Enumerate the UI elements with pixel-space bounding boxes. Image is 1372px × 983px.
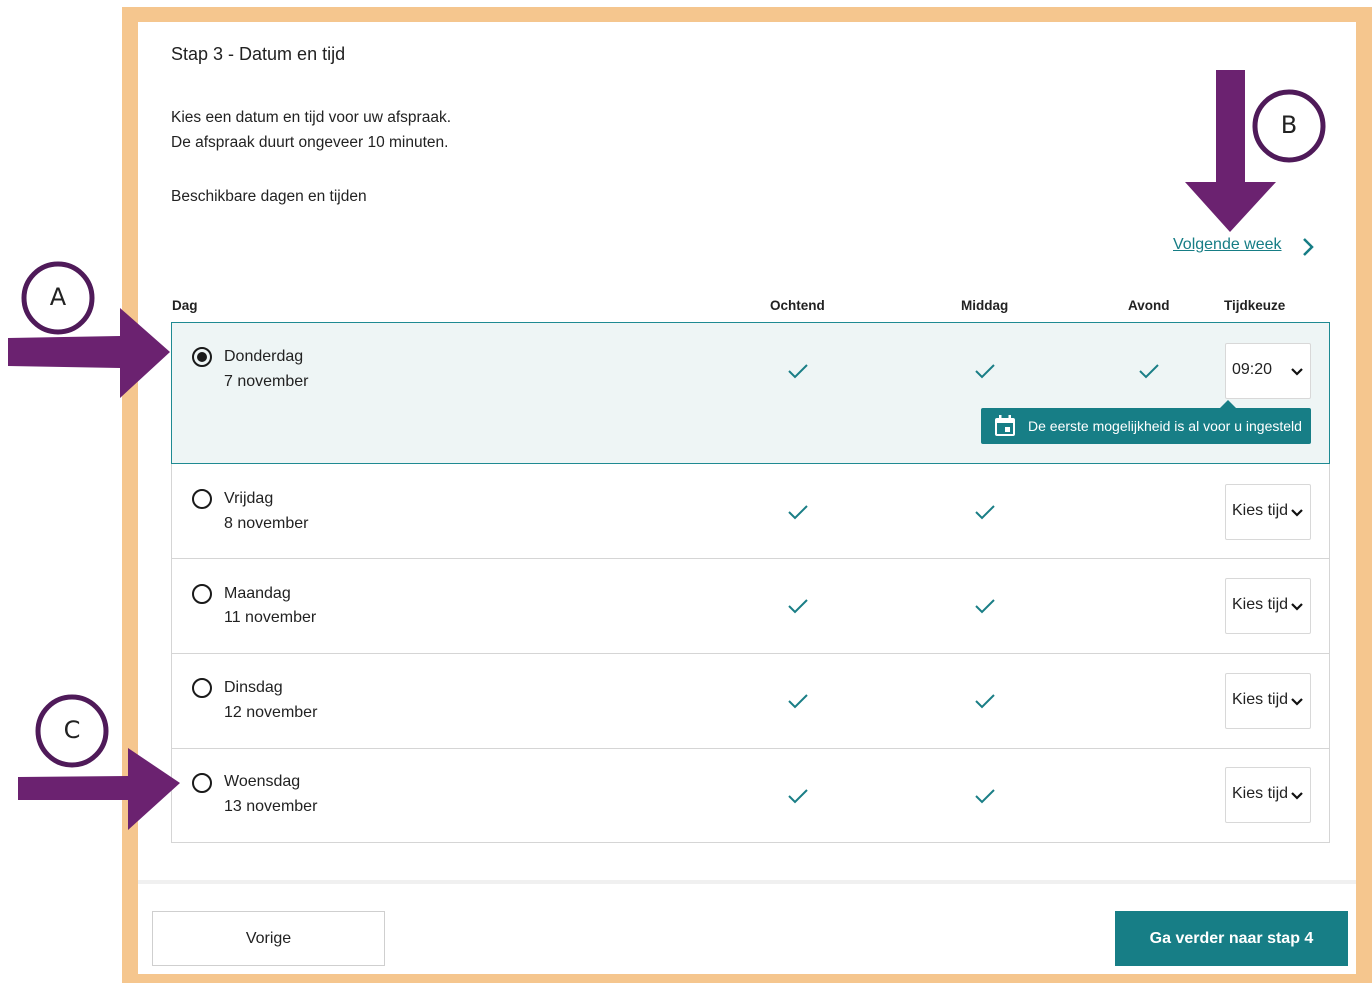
morning-check-icon (788, 694, 808, 709)
day-name: Dinsdag (224, 679, 283, 696)
time-select-value: Kies tijd (1232, 596, 1289, 613)
chevron-down-icon (1291, 509, 1303, 517)
previous-button[interactable]: Vorige (152, 911, 385, 966)
afternoon-check-icon (975, 364, 995, 379)
day-date: 8 november (224, 515, 309, 532)
day-date: 12 november (224, 704, 318, 721)
radio-vrijdag[interactable] (192, 489, 212, 509)
radio-donderdag[interactable] (192, 347, 212, 367)
page-title: Stap 3 - Datum en tijd (171, 44, 346, 64)
afternoon-check-icon (975, 599, 995, 614)
time-select[interactable]: Kies tijd (1225, 673, 1311, 729)
header-morning: Ochtend (770, 298, 825, 313)
day-date: 13 november (224, 798, 318, 815)
day-name: Donderdag (224, 348, 304, 365)
morning-check-icon (788, 599, 808, 614)
time-select-value: 09:20 (1232, 361, 1273, 378)
day-name: Maandag (224, 585, 291, 602)
radio-maandag[interactable] (192, 584, 212, 604)
time-select-value: Kies tijd (1232, 785, 1289, 802)
morning-check-icon (788, 364, 808, 379)
afternoon-check-icon (975, 789, 995, 804)
day-row-maandag[interactable]: Maandag 11 november Kies tijd (171, 558, 1330, 654)
calendar-icon (995, 415, 1015, 436)
time-select[interactable]: 09:20 (1225, 343, 1311, 399)
time-select[interactable]: Kies tijd (1225, 767, 1311, 823)
day-name: Woensdag (224, 773, 301, 790)
day-row-vrijdag[interactable]: Vrijdag 8 november Kies tijd (171, 463, 1330, 559)
intro-line-2: De afspraak duurt ongeveer 10 minuten. (171, 134, 449, 151)
radio-dinsdag[interactable] (192, 678, 212, 698)
intro-text: Kies een datum en tijd voor uw afspraak.… (171, 105, 451, 155)
time-select-value: Kies tijd (1232, 691, 1289, 708)
morning-check-icon (788, 505, 808, 520)
chevron-down-icon (1291, 792, 1303, 800)
annotation-label-b: B (1280, 111, 1298, 139)
chevron-down-icon (1291, 603, 1303, 611)
first-option-tooltip: De eerste mogelijkheid is al voor u inge… (981, 400, 1311, 444)
footer-divider (138, 880, 1356, 884)
annotation-label-a: A (49, 283, 67, 311)
header-day: Dag (172, 298, 198, 313)
chevron-down-icon (1291, 368, 1303, 376)
available-label: Beschikbare dagen en tijden (171, 188, 367, 205)
header-evening: Avond (1128, 298, 1170, 313)
day-row-dinsdag[interactable]: Dinsdag 12 november Kies tijd (171, 653, 1330, 749)
annotation-label-c: C (63, 716, 81, 744)
next-week-link[interactable]: Volgende week (1173, 236, 1282, 254)
time-select[interactable]: Kies tijd (1225, 578, 1311, 634)
chevron-right-icon[interactable] (1297, 236, 1319, 258)
day-date: 11 november (224, 609, 317, 626)
morning-check-icon (788, 789, 808, 804)
intro-line-1: Kies een datum en tijd voor uw afspraak. (171, 109, 452, 126)
time-select-value: Kies tijd (1232, 502, 1289, 519)
day-name: Vrijdag (224, 490, 274, 507)
day-row-donderdag[interactable]: Donderdag 7 november 09:20 De eerste mog… (171, 322, 1330, 464)
radio-woensdag[interactable] (192, 773, 212, 793)
header-time-choice: Tijdkeuze (1224, 298, 1286, 313)
header-afternoon: Middag (961, 298, 1009, 313)
chevron-down-icon (1291, 698, 1303, 706)
evening-check-icon (1139, 364, 1159, 379)
time-select[interactable]: Kies tijd (1225, 484, 1311, 540)
afternoon-check-icon (975, 694, 995, 709)
tooltip-text: De eerste mogelijkheid is al voor u inge… (1028, 418, 1302, 434)
afternoon-check-icon (975, 505, 995, 520)
continue-step-4-button[interactable]: Ga verder naar stap 4 (1115, 911, 1348, 966)
day-row-woensdag[interactable]: Woensdag 13 november Kies tijd (171, 748, 1330, 843)
day-date: 7 november (224, 373, 309, 390)
